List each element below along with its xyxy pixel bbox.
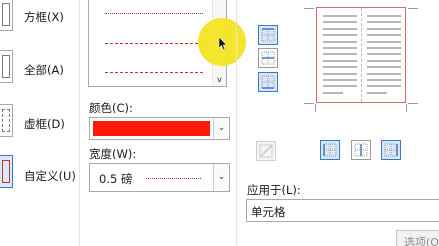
inside-vertical-border-icon	[354, 143, 368, 157]
preview-text-line	[323, 27, 357, 30]
preview-text-line	[367, 47, 401, 49]
preview-corner-mark	[408, 103, 418, 104]
width-sample-line	[146, 178, 201, 179]
inside-horizontal-border-button[interactable]	[258, 48, 278, 68]
width-dropdown[interactable]: 0.5 磅 ⌄	[89, 163, 230, 192]
apply-to-dropdown[interactable]: 单元格	[246, 199, 439, 222]
preview-text-line	[323, 21, 357, 24]
preview-corner-mark	[315, 104, 316, 112]
mouse-pointer-icon	[219, 37, 227, 51]
width-label: 宽度(W):	[89, 147, 137, 161]
preview-text-line	[323, 40, 357, 43]
options-button[interactable]: 选项(O)...	[396, 230, 439, 246]
top-border-icon	[261, 28, 275, 42]
setting-box-label[interactable]: 方框(X)	[24, 9, 64, 25]
left-border-button[interactable]	[320, 140, 340, 160]
right-border-icon	[384, 143, 398, 157]
preview-text-line	[323, 91, 343, 94]
preview-text-line	[367, 79, 401, 81]
preview-text-line	[367, 34, 401, 37]
color-dropdown[interactable]: ⌄	[89, 117, 230, 140]
dash-dot-line-style[interactable]	[105, 72, 203, 73]
preview-text-line	[323, 59, 357, 62]
chevron-down-icon[interactable]: ⌄	[213, 164, 229, 191]
setting-custom-label[interactable]: 自定义(U)	[24, 168, 76, 184]
bottom-border-button[interactable]	[258, 72, 278, 92]
preview-corner-mark	[304, 103, 314, 104]
preview-text-line	[367, 72, 401, 75]
preview-text-line	[323, 66, 357, 69]
preview-text-line	[323, 53, 357, 56]
diagonal-border-icon	[259, 144, 273, 158]
preview-text-line	[323, 79, 357, 81]
setting-all-label[interactable]: 全部(A)	[24, 62, 64, 78]
width-value: 0.5 磅	[99, 172, 133, 186]
inside-vertical-border-button[interactable]	[351, 140, 371, 160]
border-preview[interactable]	[316, 7, 406, 103]
dashed-box-setting-icon[interactable]	[0, 104, 13, 137]
custom-setting-icon[interactable]	[0, 155, 13, 188]
preview-text-line	[367, 27, 401, 30]
preview-corner-mark	[304, 8, 314, 9]
preview-text-line	[323, 72, 357, 75]
preview-text-line	[323, 85, 357, 88]
apply-to-label: 应用于(L):	[247, 183, 301, 197]
left-border-icon	[323, 143, 337, 157]
preview-text-line	[323, 15, 357, 17]
preview-text-line	[323, 34, 357, 37]
preview-corner-mark	[408, 8, 418, 9]
preview-text-line	[367, 59, 401, 62]
preview-inside-vertical-line	[361, 8, 362, 102]
inside-horizontal-border-icon	[261, 51, 275, 65]
chevron-down-icon[interactable]: ⌄	[213, 118, 229, 139]
color-swatch	[93, 121, 210, 136]
top-border-button[interactable]	[258, 25, 278, 45]
diagonal-border-button[interactable]	[256, 141, 276, 161]
all-setting-icon[interactable]	[0, 50, 13, 83]
panel-divider	[236, 0, 237, 246]
dashed-line-style[interactable]	[105, 43, 203, 44]
preview-text-line	[367, 21, 401, 24]
apply-to-value: 单元格	[251, 205, 286, 219]
preview-text-line	[367, 91, 387, 94]
setting-dashed-box-label[interactable]: 虚框(D)	[24, 116, 65, 132]
dotted-line-style[interactable]	[105, 13, 203, 14]
scroll-down-icon[interactable]: v	[213, 75, 226, 84]
preview-text-line	[323, 47, 357, 49]
bottom-border-icon	[261, 75, 275, 89]
preview-corner-mark	[406, 104, 407, 112]
preview-text-line	[367, 15, 401, 17]
preview-text-line	[367, 66, 401, 69]
box-setting-icon[interactable]	[0, 0, 13, 31]
color-label: 颜色(C):	[89, 101, 133, 115]
preview-text-line	[367, 53, 401, 56]
preview-text-line	[367, 40, 401, 43]
preview-text-line	[367, 85, 401, 88]
right-border-button[interactable]	[381, 140, 401, 160]
settings-panel: 方框(X) 全部(A) 虚框(D) 自定义(U)	[0, 0, 80, 246]
